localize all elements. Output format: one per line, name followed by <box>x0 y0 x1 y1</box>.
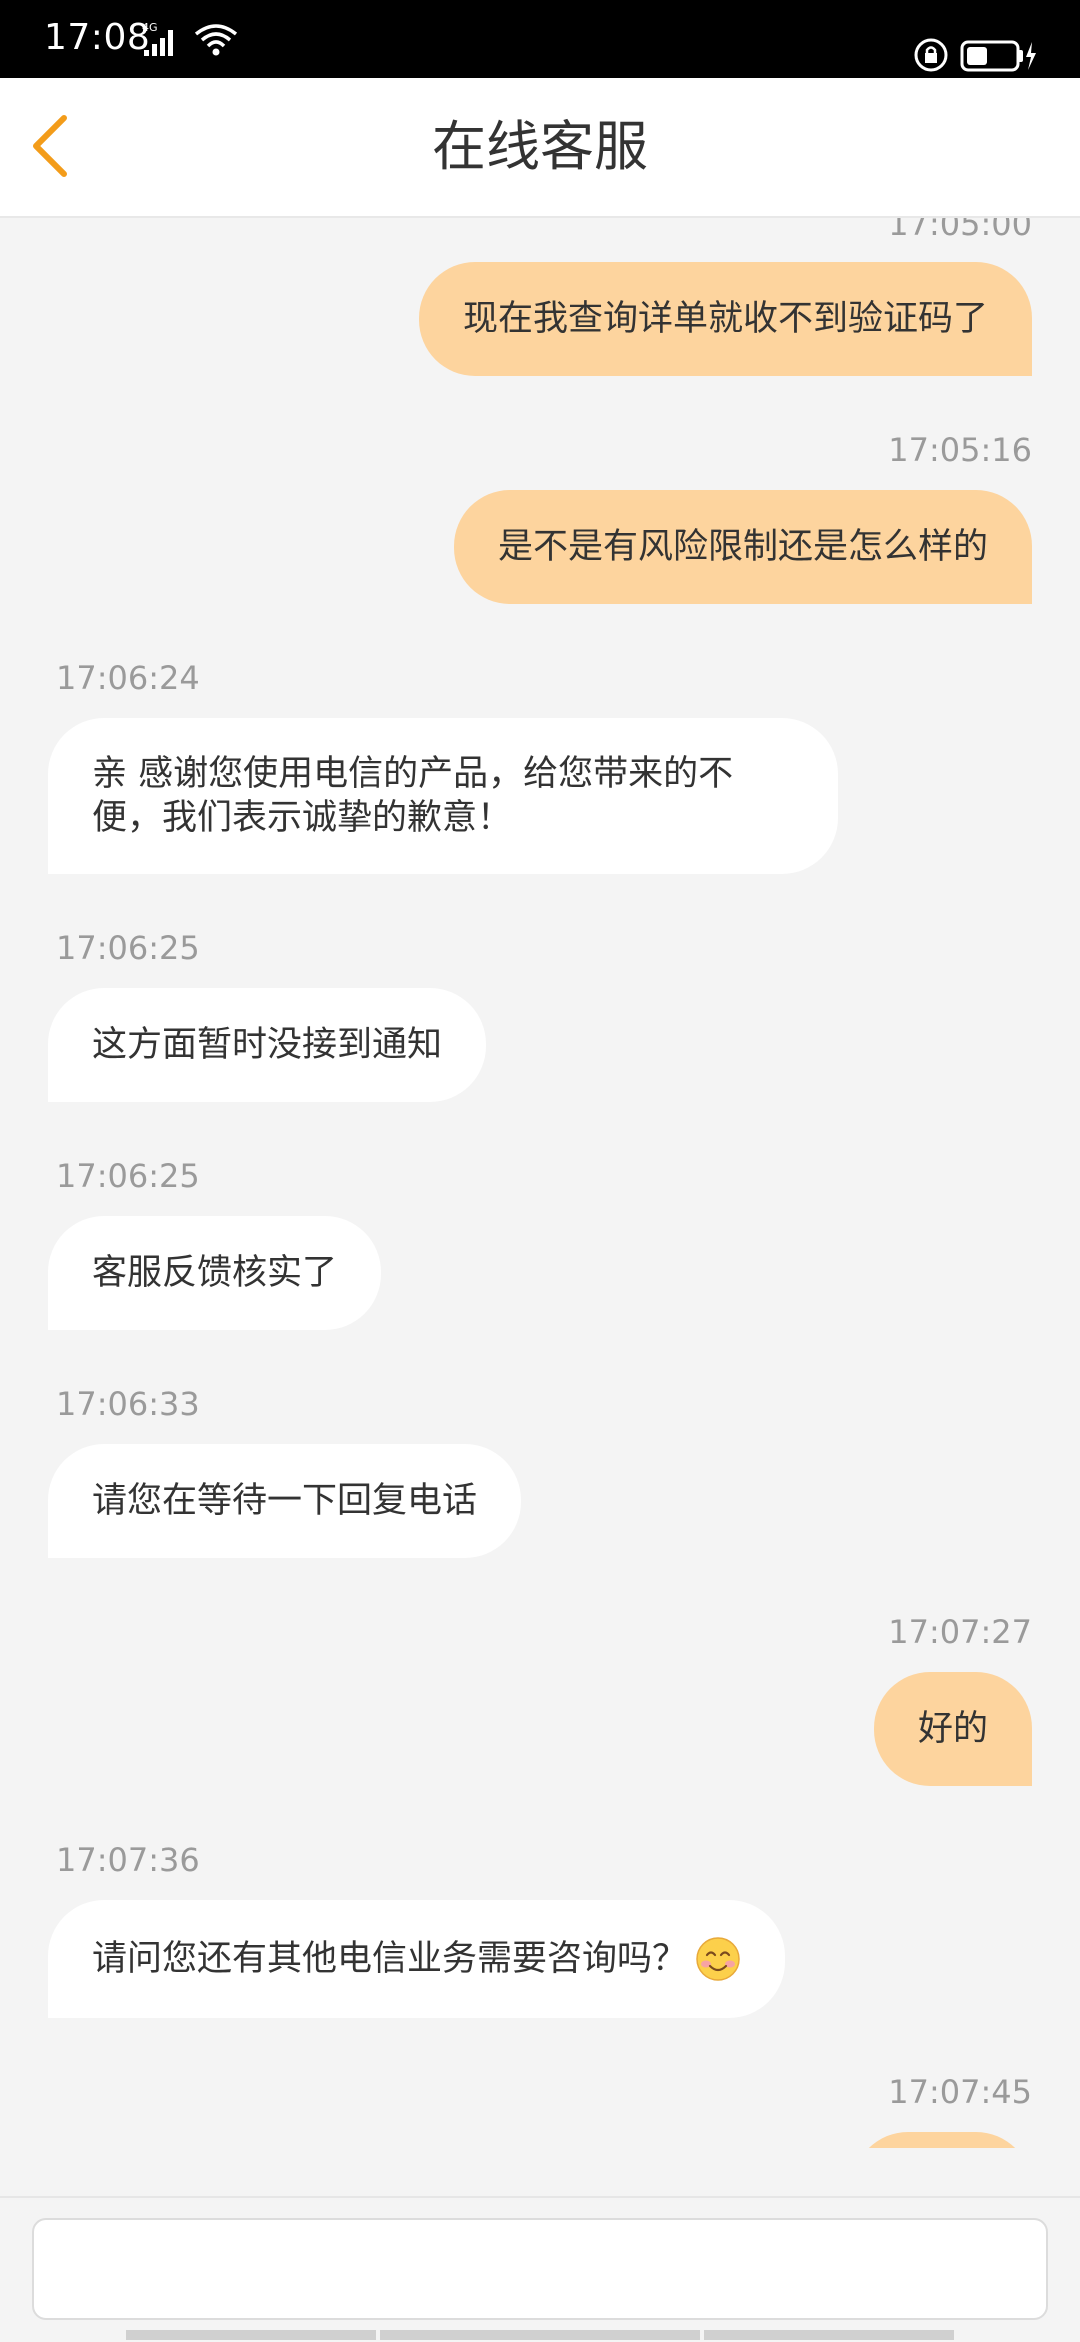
battery-charging-icon <box>960 40 1036 72</box>
outgoing-message-bubble[interactable]: 是不是有风险限制还是怎么样的 <box>453 490 1032 604</box>
message-timestamp: 17:05:16 <box>888 431 1032 469</box>
message-timestamp: 17:07:27 <box>888 1613 1032 1651</box>
message-input-bar <box>0 2196 1080 2342</box>
message-text: 好的 <box>917 1709 988 1749</box>
nav-hint-center <box>380 2330 700 2340</box>
status-time: 17:08 <box>44 17 151 58</box>
message-text: 请问您还有其他电信业务需要咨询吗？ <box>92 1939 688 1979</box>
nav-hint-right <box>704 2330 954 2340</box>
incoming-message-bubble[interactable]: 亲 感谢您使用电信的产品，给您带来的不便，我们表示诚挚的歉意！ <box>48 718 838 874</box>
incoming-message-bubble[interactable]: 客服反馈核实了 <box>48 1216 382 1330</box>
message-timestamp: 17:06:33 <box>56 1385 200 1423</box>
cellular-signal-icon: 4G <box>142 21 173 56</box>
message-timestamp: 17:06:25 <box>56 1157 200 1195</box>
page-title: 在线客服 <box>432 115 648 178</box>
message-text: 亲 感谢您使用电信的产品，给您带来的不便，我们表示诚挚的歉意！ <box>92 754 734 838</box>
message-timestamp: 17:07:36 <box>56 1841 200 1879</box>
incoming-message-bubble[interactable]: 这方面暂时没接到通知 <box>48 988 487 1102</box>
chevron-left-icon <box>33 115 67 177</box>
outgoing-message-bubble[interactable] <box>852 2132 1032 2148</box>
message-text: 这方面暂时没接到通知 <box>92 1025 443 1065</box>
rotation-lock-icon <box>914 38 948 72</box>
message-timestamp: 17:07:45 <box>888 2073 1032 2111</box>
status-bar: 17:08 4G <box>0 0 1080 78</box>
message-timestamp: 17:06:24 <box>56 659 200 697</box>
back-button[interactable] <box>20 106 100 186</box>
message-text: 客服反馈核实了 <box>92 1253 338 1293</box>
header: 在线客服 <box>0 78 1080 218</box>
message-text: 现在我查询详单就收不到验证码了 <box>462 299 988 339</box>
wifi-icon <box>194 24 238 56</box>
message-timestamp: 17:05:00 <box>888 218 1032 243</box>
message-text: 是不是有风险限制还是怎么样的 <box>497 527 988 567</box>
message-timestamp: 17:06:25 <box>56 929 200 967</box>
outgoing-message-bubble[interactable]: 现在我查询详单就收不到验证码了 <box>418 262 1032 376</box>
incoming-message-bubble[interactable]: 请您在等待一下回复电话 <box>48 1444 522 1558</box>
outgoing-message-bubble[interactable]: 好的 <box>873 1672 1032 1786</box>
chat-message-list[interactable]: 17:05:00 现在我查询详单就收不到验证码了 17:05:16 是不是有风险… <box>0 218 1080 2148</box>
message-input[interactable] <box>32 2218 1048 2320</box>
nav-hint-left <box>126 2330 376 2340</box>
smiling-face-icon <box>696 1937 740 1981</box>
message-text: 请您在等待一下回复电话 <box>92 1481 478 1521</box>
incoming-message-bubble[interactable]: 请问您还有其他电信业务需要咨询吗？ <box>48 1900 786 2018</box>
network-type-label: 4G <box>142 21 158 34</box>
